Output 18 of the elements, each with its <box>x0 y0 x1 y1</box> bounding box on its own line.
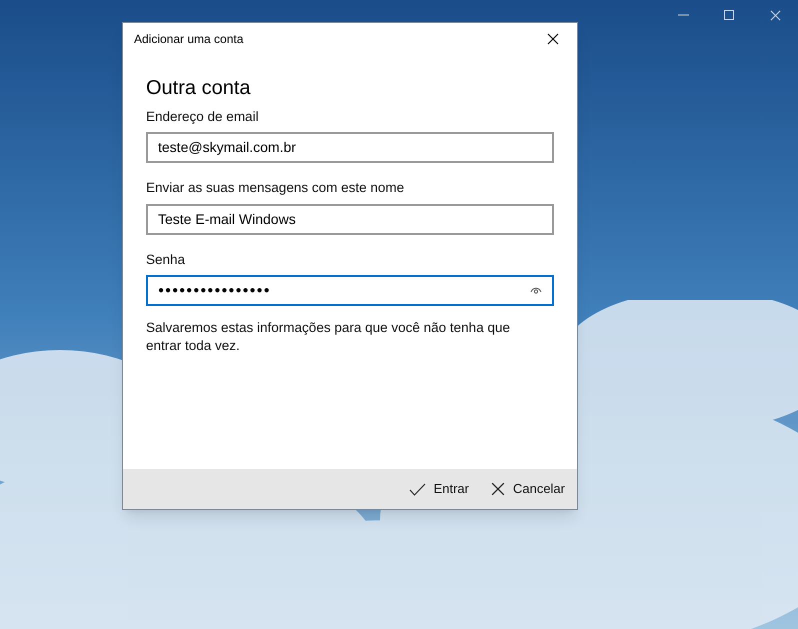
maximize-icon <box>724 10 734 20</box>
eye-icon[interactable] <box>530 286 542 294</box>
check-icon <box>408 482 426 496</box>
cancel-button[interactable]: Cancelar <box>490 479 565 499</box>
close-icon <box>547 33 559 45</box>
field-label: Endereço de email <box>146 108 260 126</box>
input-field[interactable]: ●●●●●●●●●●●●●●●● <box>146 274 554 306</box>
info-text: Salvaremos estas informações para que você não tenha que entrar toda vez. <box>146 318 511 355</box>
confirm-button[interactable]: Entrar <box>408 479 469 499</box>
close-icon <box>770 10 780 20</box>
dialog-heading: Outra conta <box>146 76 252 101</box>
input-field[interactable]: Teste E-mail Windows <box>146 204 554 234</box>
field-label: Enviar as suas mensagens com este nome <box>146 179 406 198</box>
close-icon <box>490 482 505 496</box>
minimize-icon <box>678 14 688 16</box>
dialog-title: Adicionar uma conta <box>134 31 244 48</box>
field-label: Senha <box>146 250 186 268</box>
input-field[interactable]: teste@skymail.com.br <box>146 132 554 164</box>
